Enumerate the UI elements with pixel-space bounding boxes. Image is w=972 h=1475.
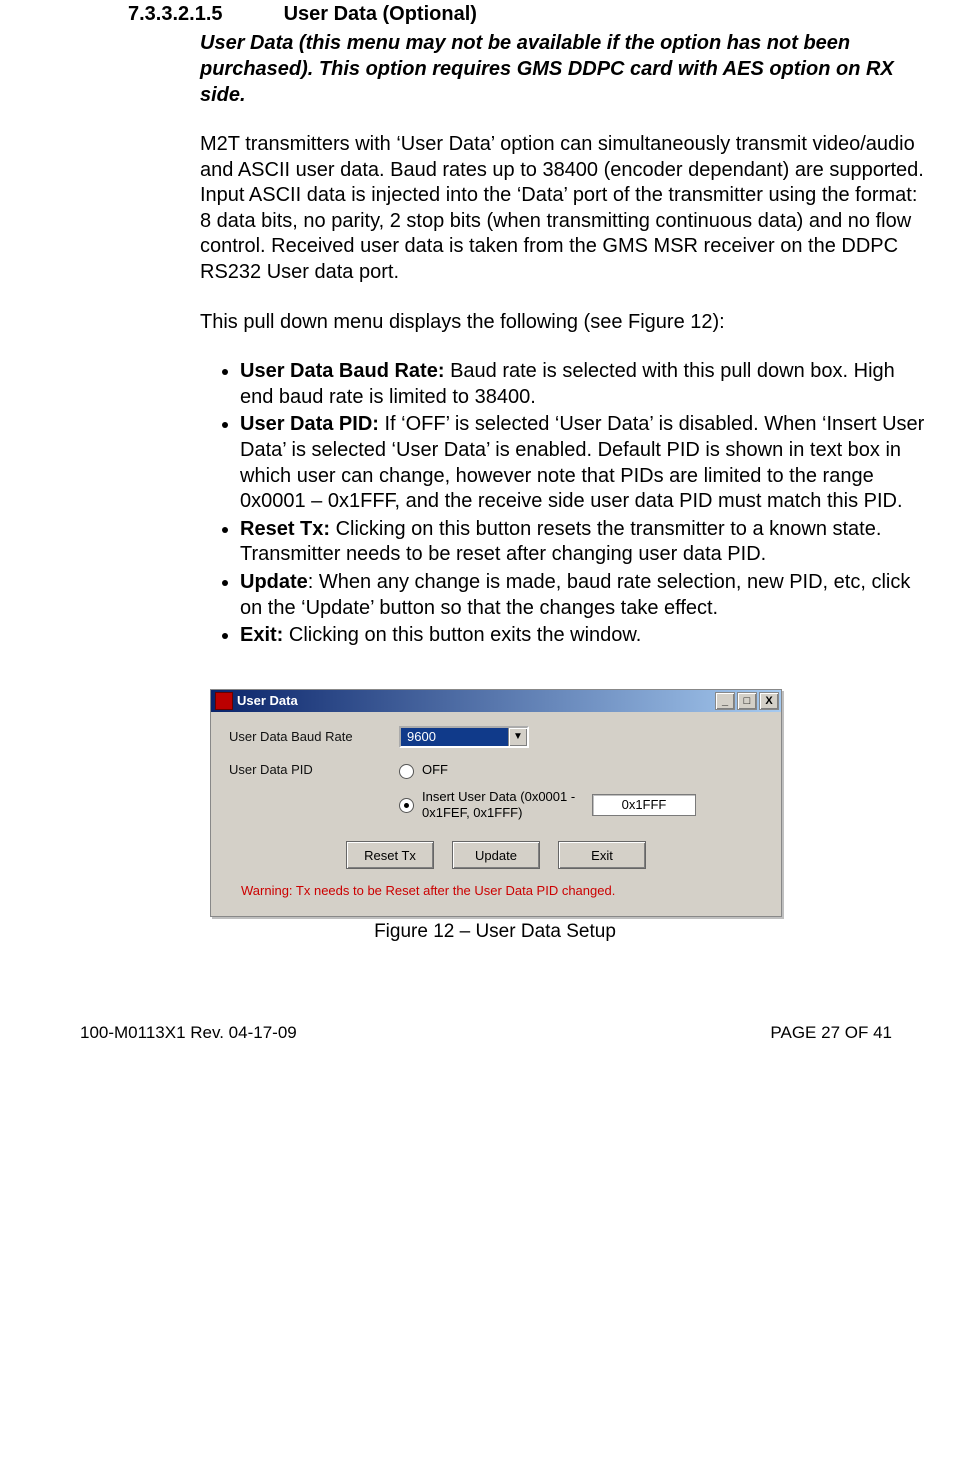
pid-off-radio[interactable] [399, 764, 414, 779]
footer-right: PAGE 27 OF 41 [770, 1023, 892, 1043]
figure-caption: Figure 12 – User Data Setup [210, 921, 780, 943]
chevron-down-icon[interactable]: ▼ [508, 728, 527, 746]
bullet-text: : When any change is made, baud rate sel… [240, 571, 910, 619]
bullet-list: User Data Baud Rate: Baud rate is select… [200, 359, 932, 649]
pid-off-label: OFF [422, 762, 448, 778]
list-item: Reset Tx: Clicking on this button resets… [240, 517, 932, 568]
list-item: User Data Baud Rate: Baud rate is select… [240, 359, 932, 410]
bullet-label: Exit: [240, 624, 283, 646]
pid-label: User Data PID [229, 762, 399, 777]
intro-note: User Data (this menu may not be availabl… [200, 30, 932, 108]
bullet-label: Update [240, 571, 308, 593]
list-item: Update: When any change is made, baud ra… [240, 570, 932, 621]
pid-insert-radio[interactable] [399, 798, 414, 813]
paragraph-2: This pull down menu displays the followi… [200, 310, 932, 336]
exit-button[interactable]: Exit [558, 841, 646, 869]
pid-insert-label: Insert User Data (0x0001 - 0x1FEF, 0x1FF… [422, 789, 592, 822]
baud-rate-label: User Data Baud Rate [229, 729, 399, 744]
warning-text: Warning: Tx needs to be Reset after the … [229, 879, 763, 908]
paragraph-1: M2T transmitters with ‘User Data’ option… [200, 132, 932, 286]
bullet-label: User Data Baud Rate: [240, 360, 445, 382]
app-icon [215, 692, 233, 710]
user-data-dialog: User Data _ □ X User Data Baud Rate 9600… [210, 689, 782, 918]
section-title: User Data (Optional) [284, 3, 477, 25]
update-button[interactable]: Update [452, 841, 540, 869]
section-number: 7.3.3.2.1.5 [128, 3, 278, 26]
baud-rate-select[interactable]: 9600 ▼ [399, 726, 529, 748]
maximize-button[interactable]: □ [737, 692, 757, 710]
bullet-label: User Data PID: [240, 413, 379, 435]
baud-rate-value: 9600 [401, 729, 508, 744]
titlebar[interactable]: User Data _ □ X [211, 690, 781, 712]
minimize-button[interactable]: _ [715, 692, 735, 710]
section-heading: 7.3.3.2.1.5 User Data (Optional) [128, 3, 932, 26]
bullet-text: Clicking on this button exits the window… [283, 624, 641, 646]
footer-left: 100-M0113X1 Rev. 04-17-09 [80, 1023, 297, 1043]
list-item: User Data PID: If ‘OFF’ is selected ‘Use… [240, 412, 932, 514]
close-button[interactable]: X [759, 692, 779, 710]
pid-input[interactable] [592, 794, 696, 816]
window-title: User Data [237, 693, 713, 708]
list-item: Exit: Clicking on this button exits the … [240, 623, 932, 649]
bullet-label: Reset Tx: [240, 518, 330, 540]
bullet-text: Clicking on this button resets the trans… [240, 518, 881, 566]
reset-tx-button[interactable]: Reset Tx [346, 841, 434, 869]
